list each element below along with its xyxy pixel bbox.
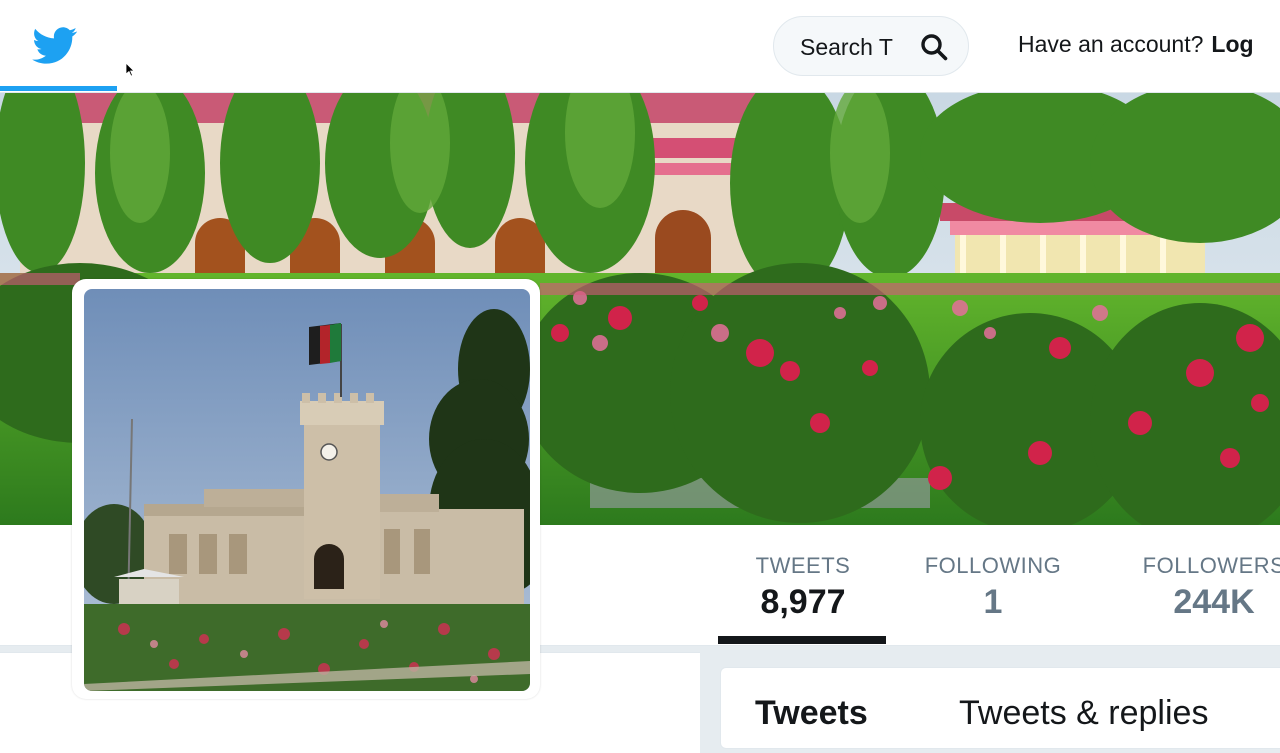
stat-tweets-label: TWEETS <box>755 553 851 578</box>
top-navigation-bar: Have an account? Log <box>0 0 1280 93</box>
stat-followers-value: 244K <box>1173 583 1255 621</box>
tab-tweets-and-replies[interactable]: Tweets & replies <box>959 694 1208 733</box>
profile-avatar[interactable] <box>72 279 540 699</box>
stat-followers[interactable]: FOLLOWERS 244K <box>1134 553 1280 622</box>
login-link[interactable]: Log <box>1211 31 1253 57</box>
account-prompt: Have an account? Log <box>1018 31 1254 58</box>
stat-following-label: FOLLOWING <box>924 553 1062 578</box>
stat-followers-label: FOLLOWERS <box>1142 553 1280 578</box>
timeline-tabs-card: Tweets Tweets & replies <box>720 667 1280 749</box>
stat-following[interactable]: FOLLOWING 1 <box>919 553 1067 622</box>
stat-tweets[interactable]: TWEETS 8,977 <box>752 553 854 622</box>
search-box[interactable] <box>773 16 969 76</box>
account-prompt-text: Have an account? <box>1018 31 1204 57</box>
mouse-cursor-icon <box>126 63 135 77</box>
active-stat-indicator <box>718 636 886 644</box>
avatar-photo <box>84 289 530 691</box>
home-tab-indicator <box>0 86 117 91</box>
search-icon[interactable] <box>920 33 948 61</box>
tab-tweets[interactable]: Tweets <box>755 694 868 733</box>
stat-following-value: 1 <box>983 583 1003 621</box>
twitter-bird-icon[interactable] <box>32 27 78 65</box>
search-input[interactable] <box>800 31 910 63</box>
stat-tweets-value: 8,977 <box>760 583 846 621</box>
